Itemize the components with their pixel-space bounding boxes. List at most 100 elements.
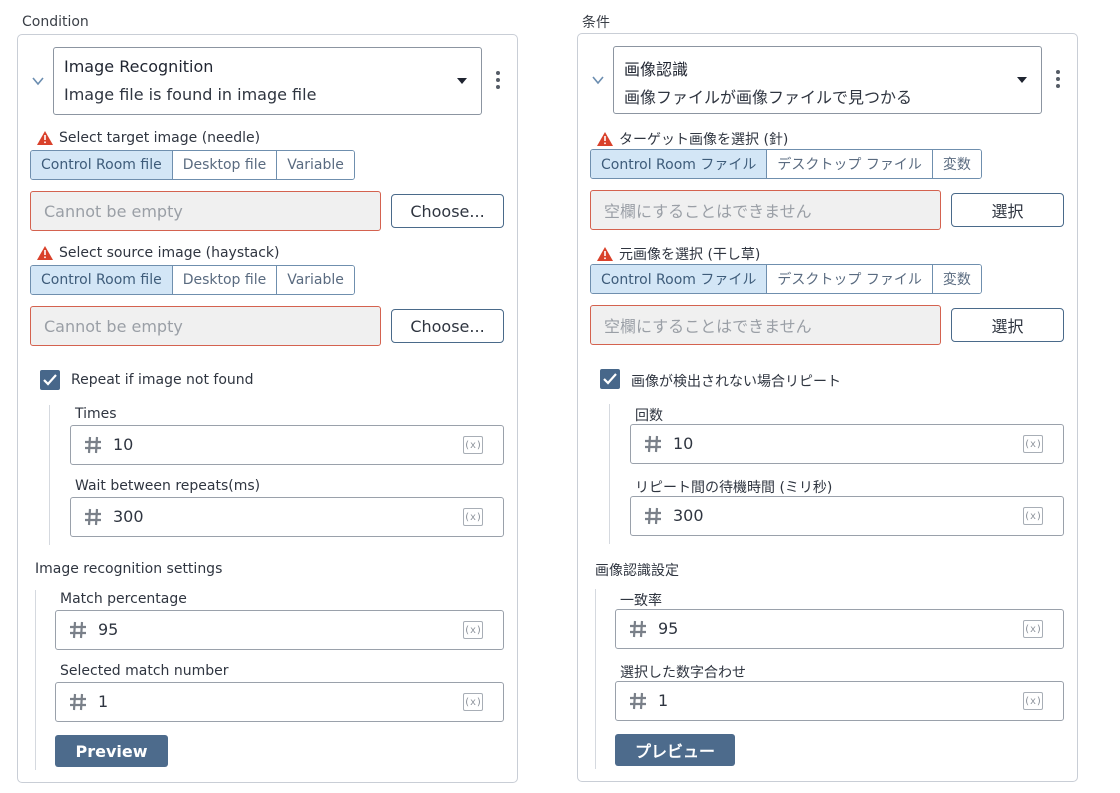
wait-label: Wait between repeats(ms) [75,478,261,494]
times-input[interactable]: 10 (x) [70,425,504,465]
haystack-file-input[interactable]: Cannot be empty [30,306,381,346]
times-value: 10 [673,434,694,453]
match-input[interactable]: 95 (x) [55,610,504,650]
tab-variable[interactable]: Variable [277,151,354,179]
selected-label: Selected match number [60,663,229,679]
selected-value: 1 [658,691,669,710]
wait-label: リピート間の待機時間 (ミリ秒) [635,480,833,496]
variable-icon[interactable]: (x) [1023,507,1043,525]
haystack-choose-button[interactable]: Choose... [391,309,504,343]
haystack-label-text: Select source image (haystack) [59,245,280,261]
haystack-label: 元画像を選択 (干し草) [597,244,760,264]
match-label: 一致率 [620,593,662,609]
haystack-source-tabs: Control Room ファイル デスクトップ ファイル 変数 [590,264,982,294]
tab-desktop-file[interactable]: デスクトップ ファイル [767,265,933,293]
settings-title: 画像認識設定 [595,563,679,579]
number-icon [85,508,101,526]
preview-button[interactable]: プレビュー [615,734,735,766]
variable-icon[interactable]: (x) [463,621,483,639]
settings-group-line [35,590,36,770]
collapse-chevron-icon[interactable] [591,73,605,87]
needle-source-tabs: Control Room file Desktop file Variable [30,150,355,180]
tab-desktop-file[interactable]: Desktop file [172,151,278,179]
repeat-group-line [609,404,610,544]
needle-file-input[interactable]: 空欄にすることはできません [590,190,941,230]
tab-desktop-file[interactable]: デスクトップ ファイル [767,150,933,178]
haystack-label-text: 元画像を選択 (干し草) [619,247,761,263]
wait-input[interactable]: 300 (x) [70,497,504,537]
dropdown-subtitle: Image file is found in image file [64,85,317,104]
times-label: Times [75,406,117,422]
number-icon [70,693,86,711]
dropdown-subtitle: 画像ファイルが画像ファイルで見つかる [624,88,913,107]
number-icon [645,507,661,525]
tab-control-room-file[interactable]: Control Room ファイル [591,265,768,293]
repeat-group-line [49,405,50,545]
needle-label-text: Select target image (needle) [59,130,261,146]
checkmark-icon [43,374,57,386]
times-value: 10 [113,435,134,454]
wait-input[interactable]: 300 (x) [630,496,1064,536]
dropdown-title: Image Recognition [64,57,214,76]
variable-icon[interactable]: (x) [1023,435,1043,453]
number-icon [645,435,661,453]
warning-icon [597,247,613,261]
needle-label: ターゲット画像を選択 (針) [597,129,788,149]
haystack-choose-button[interactable]: 選択 [951,308,1064,342]
haystack-label: Select source image (haystack) [37,245,279,261]
repeat-checkbox[interactable] [40,370,60,390]
number-icon [630,692,646,710]
section-title-left: Condition [22,14,89,30]
needle-choose-button[interactable]: Choose... [391,194,504,228]
condition-type-dropdown[interactable]: 画像認識 画像ファイルが画像ファイルで見つかる [613,46,1042,114]
dropdown-caret-icon [457,78,467,84]
number-icon [70,621,86,639]
tab-desktop-file[interactable]: Desktop file [172,266,278,294]
repeat-checkbox[interactable] [600,369,620,389]
match-value: 95 [658,619,679,638]
selected-value: 1 [98,692,109,711]
dropdown-caret-icon [1017,77,1027,83]
collapse-chevron-icon[interactable] [31,74,45,88]
condition-type-dropdown[interactable]: Image Recognition Image file is found in… [53,47,482,115]
tab-control-room-file[interactable]: Control Room file [31,266,173,294]
selected-label: 選択した数字合わせ [620,665,746,681]
dropdown-title: 画像認識 [624,60,689,79]
more-options-icon[interactable] [493,71,503,93]
preview-button[interactable]: Preview [55,735,168,767]
variable-icon[interactable]: (x) [1023,692,1043,710]
variable-icon[interactable]: (x) [463,693,483,711]
checkmark-icon [603,373,617,385]
needle-file-input[interactable]: Cannot be empty [30,191,381,231]
variable-icon[interactable]: (x) [463,436,483,454]
selected-input[interactable]: 1 (x) [615,681,1064,721]
needle-label-text: ターゲット画像を選択 (針) [619,132,789,148]
variable-icon[interactable]: (x) [1023,620,1043,638]
tab-control-room-file[interactable]: Control Room ファイル [591,150,768,178]
selected-input[interactable]: 1 (x) [55,682,504,722]
section-title-right: 条件 [582,15,610,31]
haystack-source-tabs: Control Room file Desktop file Variable [30,265,355,295]
needle-label: Select target image (needle) [37,130,260,146]
warning-icon [37,246,53,260]
match-label: Match percentage [60,591,187,607]
warning-icon [597,132,613,146]
wait-value: 300 [673,506,704,525]
settings-title: Image recognition settings [35,561,223,577]
haystack-file-input[interactable]: 空欄にすることはできません [590,305,941,345]
settings-group-line [595,589,596,769]
tab-variable[interactable]: Variable [277,266,354,294]
needle-source-tabs: Control Room ファイル デスクトップ ファイル 変数 [590,149,982,179]
needle-choose-button[interactable]: 選択 [951,193,1064,227]
times-input[interactable]: 10 (x) [630,424,1064,464]
tab-variable[interactable]: 変数 [932,150,981,178]
number-icon [630,620,646,638]
times-label: 回数 [635,408,663,424]
number-icon [85,436,101,454]
tab-variable[interactable]: 変数 [932,265,981,293]
more-options-icon[interactable] [1053,70,1063,92]
variable-icon[interactable]: (x) [463,508,483,526]
match-input[interactable]: 95 (x) [615,609,1064,649]
tab-control-room-file[interactable]: Control Room file [31,151,173,179]
wait-value: 300 [113,507,144,526]
